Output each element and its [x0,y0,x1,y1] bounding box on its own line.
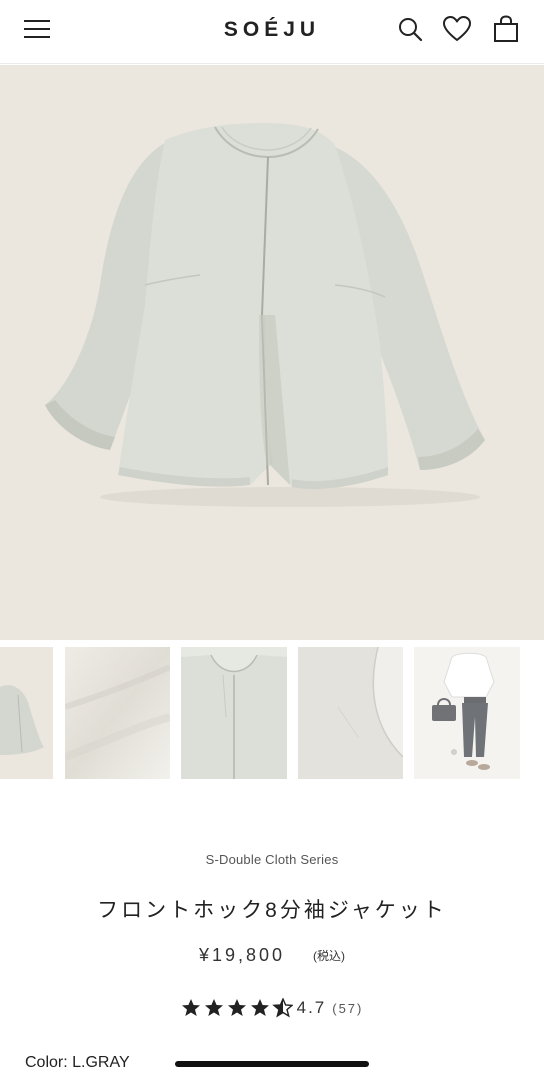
star-rating-icon [181,998,293,1018]
tax-note: (税込) [313,949,346,963]
rating-row[interactable]: 4.7 (57) [0,998,544,1022]
rating-score: 4.7 [296,998,327,1017]
product-page: SOÉJU S-Double Cloth Series フロントホック8分袖ジャ… [0,0,544,1080]
thumbnail-strip [0,647,544,779]
thumbnail-fabric-closeup[interactable] [65,647,170,779]
heart-icon[interactable] [442,14,472,44]
price-row: ¥19,800 (税込) [0,945,544,966]
review-count[interactable]: (57) [332,1001,363,1016]
product-price: ¥19,800 [198,945,286,965]
thumbnail-jacket-front[interactable] [0,647,53,779]
bag-icon[interactable] [491,14,521,44]
thumbnail-sleeve-detail[interactable] [298,647,403,779]
product-series: S-Double Cloth Series [205,852,339,867]
product-name: フロントホック8分袖ジャケット [97,899,447,922]
thumbnail-neckline-detail[interactable] [181,647,287,779]
color-label: Color: L.GRAY [25,1054,130,1071]
site-header: SOÉJU [0,0,544,64]
thumbnail-styling-outfit[interactable] [414,647,520,779]
home-indicator[interactable] [175,1061,369,1067]
search-icon[interactable] [395,14,425,44]
product-main-image[interactable] [0,65,544,640]
